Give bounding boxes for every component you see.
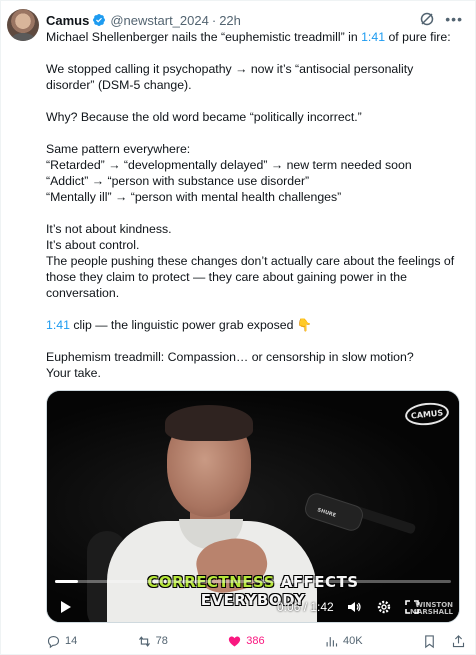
bookmark-button[interactable] bbox=[422, 634, 437, 649]
author-handle[interactable]: @newstart_2024 bbox=[110, 13, 208, 28]
heart-icon bbox=[229, 636, 241, 646]
video-controls: 0:06 / 1:42 bbox=[47, 592, 459, 622]
fullscreen-icon[interactable] bbox=[404, 599, 420, 615]
views-count: 40K bbox=[343, 635, 363, 647]
tweet-time[interactable]: 22h bbox=[219, 13, 241, 28]
like-button[interactable]: 386 bbox=[227, 634, 265, 649]
share-icon bbox=[452, 634, 465, 647]
views-button[interactable]: 40K bbox=[324, 634, 363, 649]
text-segment: Michael Shellenberger nails the “euphemi… bbox=[46, 30, 362, 44]
video-progress-fill bbox=[55, 580, 79, 583]
tweet-line: It’s not about kindness. bbox=[46, 222, 172, 236]
share-button[interactable] bbox=[451, 634, 466, 649]
author-name[interactable]: Camus bbox=[46, 13, 89, 28]
more-options-icon[interactable]: ••• bbox=[445, 11, 463, 27]
tweet-card[interactable]: Camus @newstart_2024 · 22h ••• Michael S… bbox=[0, 0, 476, 655]
header-icons: ••• bbox=[419, 11, 463, 27]
tweet-line: It’s about control. bbox=[46, 238, 140, 252]
separator-dot: · bbox=[211, 12, 217, 28]
tweet-header: Camus @newstart_2024 · 22h ••• bbox=[46, 11, 463, 29]
tweet-paragraph: Why? Because the old word became “politi… bbox=[46, 110, 362, 124]
settings-gear-icon[interactable] bbox=[376, 599, 392, 615]
repost-count: 78 bbox=[155, 635, 168, 647]
repost-icon bbox=[138, 635, 150, 647]
tweet-line: Euphemism treadmill: Compassion… or cens… bbox=[46, 350, 414, 364]
tweet-line: Michael Shellenberger nails the “euphemi… bbox=[46, 29, 464, 45]
tweet-body: Michael Shellenberger nails the “euphemi… bbox=[46, 29, 464, 381]
bookmark-icon bbox=[425, 634, 434, 648]
video-player[interactable]: SHURE CAMUS CORRECTNESS AFFECTS EVERYBOD… bbox=[46, 390, 460, 623]
video-progress-bar[interactable] bbox=[55, 580, 451, 583]
reply-icon bbox=[47, 635, 60, 648]
video-timecode: 0:06 / 1:42 bbox=[277, 600, 334, 614]
speaker-hair bbox=[165, 405, 253, 441]
tweet-line: “Addict” → “person with substance use di… bbox=[46, 174, 310, 188]
tweet-line: Your take. bbox=[46, 366, 101, 380]
tweet-paragraph: We stopped calling it psychopathy → now … bbox=[46, 62, 414, 92]
reply-button[interactable]: 14 bbox=[46, 634, 77, 649]
volume-icon[interactable] bbox=[346, 599, 362, 615]
repost-button[interactable]: 78 bbox=[137, 634, 168, 649]
tweet-line: “Retarded” → “developmentally delayed” →… bbox=[46, 158, 412, 172]
tweet-paragraph: The people pushing these changes don’t a… bbox=[46, 254, 455, 300]
play-icon[interactable] bbox=[59, 600, 73, 614]
analytics-icon bbox=[326, 636, 338, 646]
tweet-line: 1:41 clip — the linguistic power grab ex… bbox=[46, 317, 464, 333]
tweet-line: Same pattern everywhere: bbox=[46, 142, 191, 156]
tweet-line: “Mentally ill” → “person with mental hea… bbox=[46, 190, 342, 204]
like-count: 386 bbox=[246, 635, 265, 647]
author-avatar[interactable] bbox=[7, 9, 39, 41]
timestamp-link[interactable]: 1:41 bbox=[361, 30, 385, 44]
verified-badge-icon bbox=[92, 13, 106, 27]
text-segment: of pure fire: bbox=[385, 30, 451, 44]
text-segment: clip — the linguistic power grab exposed… bbox=[69, 318, 313, 332]
timestamp-link[interactable]: 1:41 bbox=[46, 318, 70, 332]
reply-count: 14 bbox=[65, 635, 78, 647]
grok-icon[interactable] bbox=[419, 11, 435, 27]
secondary-actions bbox=[422, 634, 466, 649]
tweet-actions: 14 78 386 40K bbox=[46, 631, 466, 651]
